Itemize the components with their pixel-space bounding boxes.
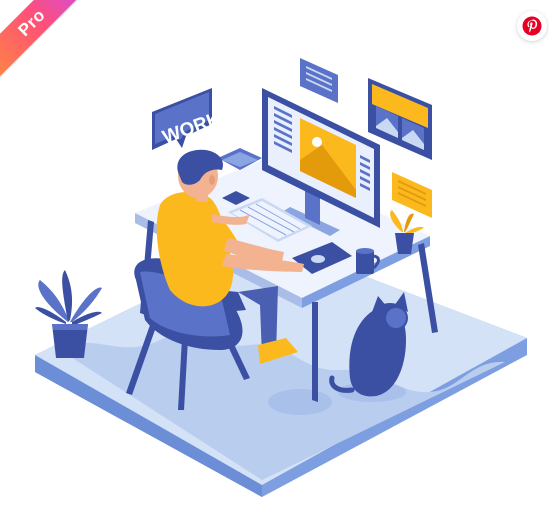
- workspace-illustration: WORK: [35, 58, 527, 497]
- floating-note-card: [392, 172, 432, 218]
- product-preview: Pro WORK: [0, 0, 549, 523]
- floating-doc-card: [300, 58, 338, 103]
- work-speech-bubble: WORK: [152, 88, 224, 150]
